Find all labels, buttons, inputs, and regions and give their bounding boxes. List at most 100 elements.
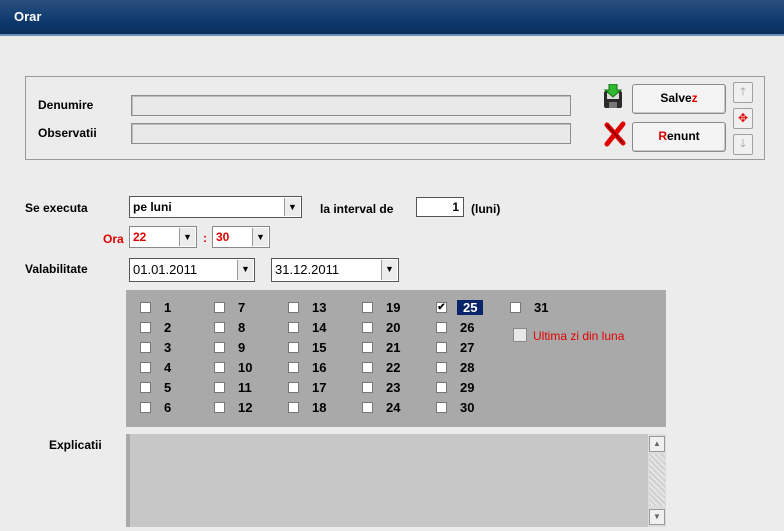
day-checkbox-22[interactable]: 22 [362,360,422,376]
date-from-picker[interactable]: 01.01.2011 ▼ [129,258,255,282]
day-checkbox-9[interactable]: 9 [214,340,274,356]
checkbox[interactable] [362,322,373,333]
explicatii-textarea[interactable] [130,434,648,527]
save-disk-icon[interactable] [601,84,627,110]
last-day-checkbox[interactable] [513,328,527,342]
day-checkbox-20[interactable]: 20 [362,320,422,336]
checkbox[interactable] [140,322,151,333]
day-label: 29 [460,380,475,395]
checkbox[interactable] [140,382,151,393]
frequency-select[interactable]: pe luni ▼ [129,196,302,218]
day-checkbox-14[interactable]: 14 [288,320,348,336]
day-checkbox-7[interactable]: 7 [214,300,274,316]
checkbox[interactable] [362,362,373,373]
day-checkbox-5[interactable]: 5 [140,380,200,396]
denumire-field[interactable] [131,95,571,116]
se-executa-label: Se executa [25,201,88,215]
denumire-label: Denumire [38,98,94,112]
day-checkbox-13[interactable]: 13 [288,300,348,316]
day-label: 26 [460,320,475,335]
day-checkbox-10[interactable]: 10 [214,360,274,376]
observatii-field[interactable] [131,123,571,144]
checkbox[interactable]: ✔ [436,302,447,313]
day-label: 20 [386,320,401,335]
checkbox[interactable] [214,382,225,393]
window-titlebar: Orar [0,0,784,34]
day-checkbox-30[interactable]: 30 [436,400,496,416]
day-label: 5 [164,380,172,395]
day-checkbox-23[interactable]: 23 [362,380,422,396]
day-checkbox-18[interactable]: 18 [288,400,348,416]
hour-select[interactable]: 22 ▼ [129,226,197,248]
day-checkbox-31[interactable]: 31 [510,300,570,316]
explicatii-scrollbar[interactable]: ▲ ▼ [648,434,666,527]
checkbox[interactable] [436,362,447,373]
interval-label: la interval de [320,202,394,216]
day-checkbox-26[interactable]: 26 [436,320,496,336]
scroll-up-icon[interactable]: ▲ [649,436,665,452]
save-button[interactable]: Salvez [632,84,726,114]
checkbox[interactable] [436,342,447,353]
day-checkbox-17[interactable]: 17 [288,380,348,396]
checkbox[interactable] [288,322,299,333]
checkbox[interactable] [436,322,447,333]
day-checkbox-11[interactable]: 11 [214,380,274,396]
checkbox[interactable] [362,402,373,413]
scroll-thumb[interactable] [649,454,665,506]
day-label: 28 [460,360,475,375]
checkbox[interactable] [214,302,225,313]
checkbox[interactable] [362,302,373,313]
minute-select[interactable]: 30 ▼ [212,226,270,248]
navigate-button[interactable]: ✥ [733,108,753,129]
day-checkbox-3[interactable]: 3 [140,340,200,356]
day-checkbox-2[interactable]: 2 [140,320,200,336]
day-checkbox-29[interactable]: 29 [436,380,496,396]
checkbox[interactable] [214,322,225,333]
day-checkbox-27[interactable]: 27 [436,340,496,356]
day-checkbox-4[interactable]: 4 [140,360,200,376]
day-label: 1 [164,300,172,315]
day-checkbox-6[interactable]: 6 [140,400,200,416]
date-to-picker[interactable]: 31.12.2011 ▼ [271,258,399,282]
day-checkbox-8[interactable]: 8 [214,320,274,336]
day-checkbox-12[interactable]: 12 [214,400,274,416]
day-label: 15 [312,340,327,355]
checkbox[interactable] [288,402,299,413]
checkbox[interactable] [214,362,225,373]
day-checkbox-28[interactable]: 28 [436,360,496,376]
checkbox[interactable] [140,342,151,353]
checkbox[interactable] [510,302,521,313]
day-label: 6 [164,400,172,415]
checkbox[interactable] [214,342,225,353]
day-checkbox-15[interactable]: 15 [288,340,348,356]
day-label: 11 [238,380,252,395]
day-checkbox-1[interactable]: 1 [140,300,200,316]
checkbox[interactable] [288,362,299,373]
checkbox[interactable] [436,402,447,413]
scroll-down-icon[interactable]: ▼ [649,509,665,525]
cancel-x-icon[interactable] [603,121,627,147]
checkbox[interactable] [362,382,373,393]
checkbox[interactable] [214,402,225,413]
day-checkbox-16[interactable]: 16 [288,360,348,376]
checkbox[interactable] [140,402,151,413]
checkbox[interactable] [140,302,151,313]
checkbox[interactable] [436,382,447,393]
day-label: 13 [312,300,327,315]
checkbox[interactable] [288,342,299,353]
day-checkbox-21[interactable]: 21 [362,340,422,356]
move-up-button[interactable]: 🡑 [733,82,753,103]
day-checkbox-24[interactable]: 24 [362,400,422,416]
move-down-button[interactable]: 🡓 [733,134,753,155]
checkbox[interactable] [288,382,299,393]
chevron-down-icon: ▼ [237,260,253,280]
day-checkbox-19[interactable]: 19 [362,300,422,316]
day-checkbox-25[interactable]: ✔ 25 [436,300,496,316]
valabilitate-label: Valabilitate [25,262,88,276]
checkbox[interactable] [140,362,151,373]
cancel-button[interactable]: Renunt [632,122,726,152]
checkbox[interactable] [362,342,373,353]
day-label: 14 [312,320,327,335]
interval-input[interactable]: 1 [416,197,464,217]
checkbox[interactable] [288,302,299,313]
